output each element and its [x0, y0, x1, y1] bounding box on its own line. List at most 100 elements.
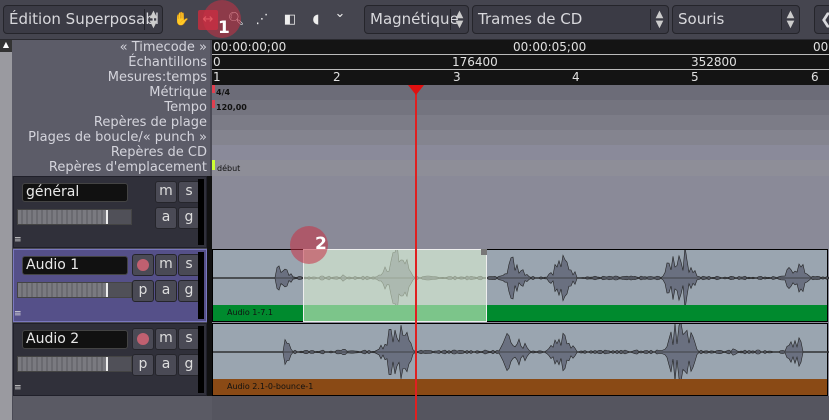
snap-select[interactable]: Magnétique ▲ ▼ [364, 5, 469, 34]
edit-point-select[interactable]: Souris ▲ ▼ [672, 5, 800, 34]
tick-label: 00 [813, 40, 829, 54]
track-name-field[interactable]: Audio 1 [22, 256, 128, 275]
solo-button[interactable]: s [178, 254, 200, 276]
ruler-label-cd: Repères de CD [110, 145, 207, 160]
range-markers-ruler[interactable] [212, 115, 829, 130]
edit-mode-select[interactable]: Édition Superposabl ▲ ▼ [3, 5, 163, 34]
meter-marker-flag [212, 85, 215, 93]
tick-label: 1 [213, 70, 221, 84]
ruler-labels: « Timecode » Échantillons Mesures:temps … [12, 40, 210, 176]
toolbar: Édition Superposabl▲▼ ✋ ↔ 🔍︎ ⋰ ◧ ◖ ⌄ Mag… [0, 0, 829, 40]
level-meter [198, 252, 204, 319]
ruler-label-timecode: « Timecode » [119, 40, 207, 55]
mute-button[interactable]: m [155, 181, 177, 203]
audio2-region[interactable]: Audio 2.1-0-bounce-1 [212, 323, 829, 396]
ruler-label-samples: Échantillons [128, 55, 207, 70]
record-icon [137, 259, 149, 271]
tick-label: 352800 [691, 55, 737, 69]
tick-label: 4 [572, 70, 580, 84]
selection-handle[interactable] [481, 249, 487, 255]
gain-fader[interactable] [17, 356, 132, 372]
record-arm-button[interactable] [132, 254, 154, 276]
menu-icon[interactable]: ≡ [14, 384, 23, 393]
grid-select[interactable]: Trames de CD ▲ ▼ [472, 5, 669, 34]
timecode-ruler[interactable]: 00:00:00;00 00:00:05;00 00 [212, 40, 829, 55]
scroll-up-icon[interactable]: ▲ [0, 40, 12, 52]
solo-button[interactable]: s [178, 181, 200, 203]
draw-icon[interactable]: ⋰ [252, 10, 272, 30]
edit-mode-value: Édition Superposabl [9, 10, 160, 28]
record-icon [137, 333, 149, 345]
spinner-icon: ▲ ▼ [450, 9, 468, 30]
tick-label: 2 [333, 70, 341, 84]
automation-button[interactable]: a [155, 280, 177, 302]
bus-general-header[interactable]: général m s a g ≡ [13, 176, 207, 248]
track-name-field[interactable]: Audio 2 [22, 330, 128, 349]
location-marker[interactable]: début [217, 164, 240, 173]
track-audio2-header[interactable]: Audio 2 m s p a g ≡ [13, 323, 207, 396]
tick-label: 5 [691, 70, 699, 84]
track-name-field[interactable]: général [22, 183, 128, 202]
gain-fader[interactable] [17, 209, 132, 225]
grid-value: Trames de CD [478, 10, 583, 28]
tick-label: 176400 [452, 55, 498, 69]
empty-canvas-area [212, 396, 829, 420]
spinner-icon: ▲ ▼ [781, 9, 799, 30]
playlist-button[interactable]: p [132, 280, 154, 302]
meter-marker[interactable]: 4/4 [216, 88, 230, 97]
snap-value: Magnétique [370, 10, 459, 28]
tick-label: 3 [453, 70, 461, 84]
annotation-badge-2: 2 [290, 226, 328, 264]
tempo-marker[interactable]: 120,00 [216, 103, 247, 112]
mute-button[interactable]: m [155, 254, 177, 276]
group-button[interactable]: g [178, 280, 200, 302]
vertical-scrollbar[interactable]: ▲ [0, 40, 12, 420]
tempo-marker-flag [212, 100, 215, 108]
spinner-icon: ▲ ▼ [144, 9, 162, 30]
start-marker-flag [212, 160, 215, 170]
stretch-icon[interactable]: ◖ [306, 10, 326, 30]
menu-icon[interactable]: ≡ [14, 236, 23, 245]
playlist-button[interactable]: p [132, 354, 154, 376]
spinner-icon: ▲ ▼ [650, 9, 668, 30]
ruler-label-loop: Plages de boucle/« punch » [28, 130, 207, 145]
loop-punch-ruler[interactable] [212, 130, 829, 145]
mute-button[interactable]: m [155, 328, 177, 350]
region-name: Audio 2.1-0-bounce-1 [213, 379, 827, 395]
group-button[interactable]: g [178, 207, 200, 229]
tick-label: 00:00:00;00 [213, 40, 287, 54]
grab-icon[interactable]: ✋ [172, 10, 192, 30]
ruler-label-location: Repères d'emplacement [48, 160, 207, 175]
bars-ruler[interactable]: 1 2 3 4 5 6 [212, 70, 829, 85]
record-arm-button[interactable] [132, 328, 154, 350]
menu-icon[interactable]: ≡ [14, 310, 23, 319]
gain-fader[interactable] [17, 282, 132, 298]
tempo-ruler[interactable]: 120,00 [212, 100, 829, 115]
location-markers-ruler[interactable]: début [212, 160, 829, 176]
level-meter [198, 326, 204, 393]
cd-markers-ruler[interactable] [212, 145, 829, 160]
ruler-label-tempo: Tempo [164, 100, 207, 115]
automation-button[interactable]: a [155, 207, 177, 229]
track-audio1-header[interactable]: Audio 1 m s p a g ≡ [13, 249, 207, 322]
ruler-label-bars: Mesures:temps [107, 70, 207, 85]
ruler-label-meter: Métrique [149, 85, 207, 100]
annotation-badge-1: 1 [203, 0, 241, 38]
tick-label: 6 [811, 70, 819, 84]
range-selection[interactable] [303, 249, 487, 322]
tick-label: 0 [213, 55, 221, 69]
playhead-marker-icon[interactable] [408, 85, 424, 95]
chevron-down-icon[interactable]: ⌄ [330, 4, 350, 24]
nudge-back-button[interactable]: ❮ [814, 5, 829, 34]
group-button[interactable]: g [178, 354, 200, 376]
meter-ruler[interactable]: 4/4 [212, 85, 829, 100]
samples-ruler[interactable]: 0 176400 352800 [212, 55, 829, 70]
tick-label: 00:00:05;00 [513, 40, 587, 54]
waveform [213, 324, 829, 380]
rulers[interactable]: 00:00:00;00 00:00:05;00 00 0 176400 3528… [212, 40, 829, 176]
ruler-label-range: Repères de plage [93, 115, 207, 130]
automation-button[interactable]: a [155, 354, 177, 376]
audition-icon[interactable]: ◧ [280, 10, 300, 30]
playhead[interactable] [415, 85, 417, 420]
solo-button[interactable]: s [178, 328, 200, 350]
